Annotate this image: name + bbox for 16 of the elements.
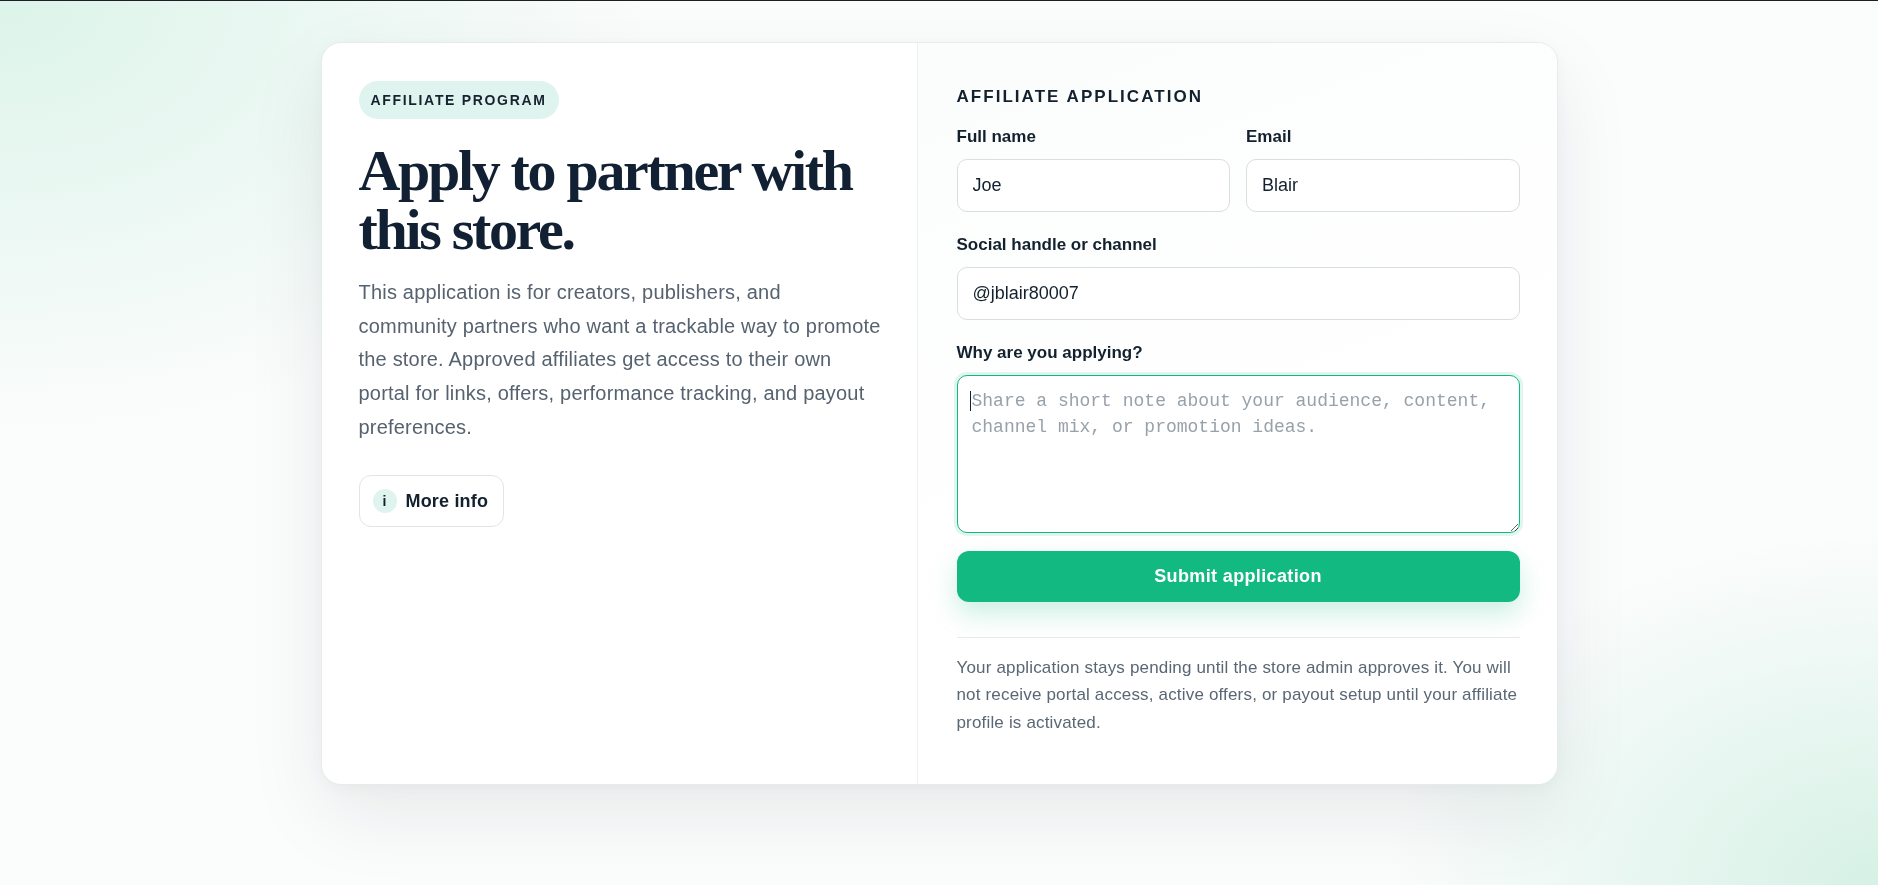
text-input[interactable]: Blair [1246,159,1520,212]
text-input[interactable]: @jblair80007 [956,267,1520,320]
info-icon: i [372,489,397,514]
text-input[interactable]: Joe [956,159,1230,212]
program-badge: AFFILIATE PROGRAM [358,81,559,119]
field-label: Email [1246,126,1292,147]
text-cursor-icon [969,391,971,411]
pending-note: Your application stays pending until the store admin approves it. You will not receive portal access, active offers, or payout setup until your affiliate profile is activated. [956,657,1519,734]
field-label: Full name [956,126,1036,147]
form-title: AFFILIATE APPLICATION [956,86,1204,108]
intro-text: This application is for creators, publishers, and community partners who want a trackable way to promote the store. Approved affiliates get access to their own portal for links, offers, performance tracking, and payout preferences. [358,280,882,440]
message-field[interactable]: Share a short note about your audience, content, channel mix, or promotion ideas. [956,375,1520,533]
field-label: Social handle or channel [956,234,1157,255]
more-info-button[interactable]: i More info [358,475,505,528]
field-label: Why are you applying? [956,342,1143,363]
page-heading: Apply to partner with this store. [358,142,854,260]
